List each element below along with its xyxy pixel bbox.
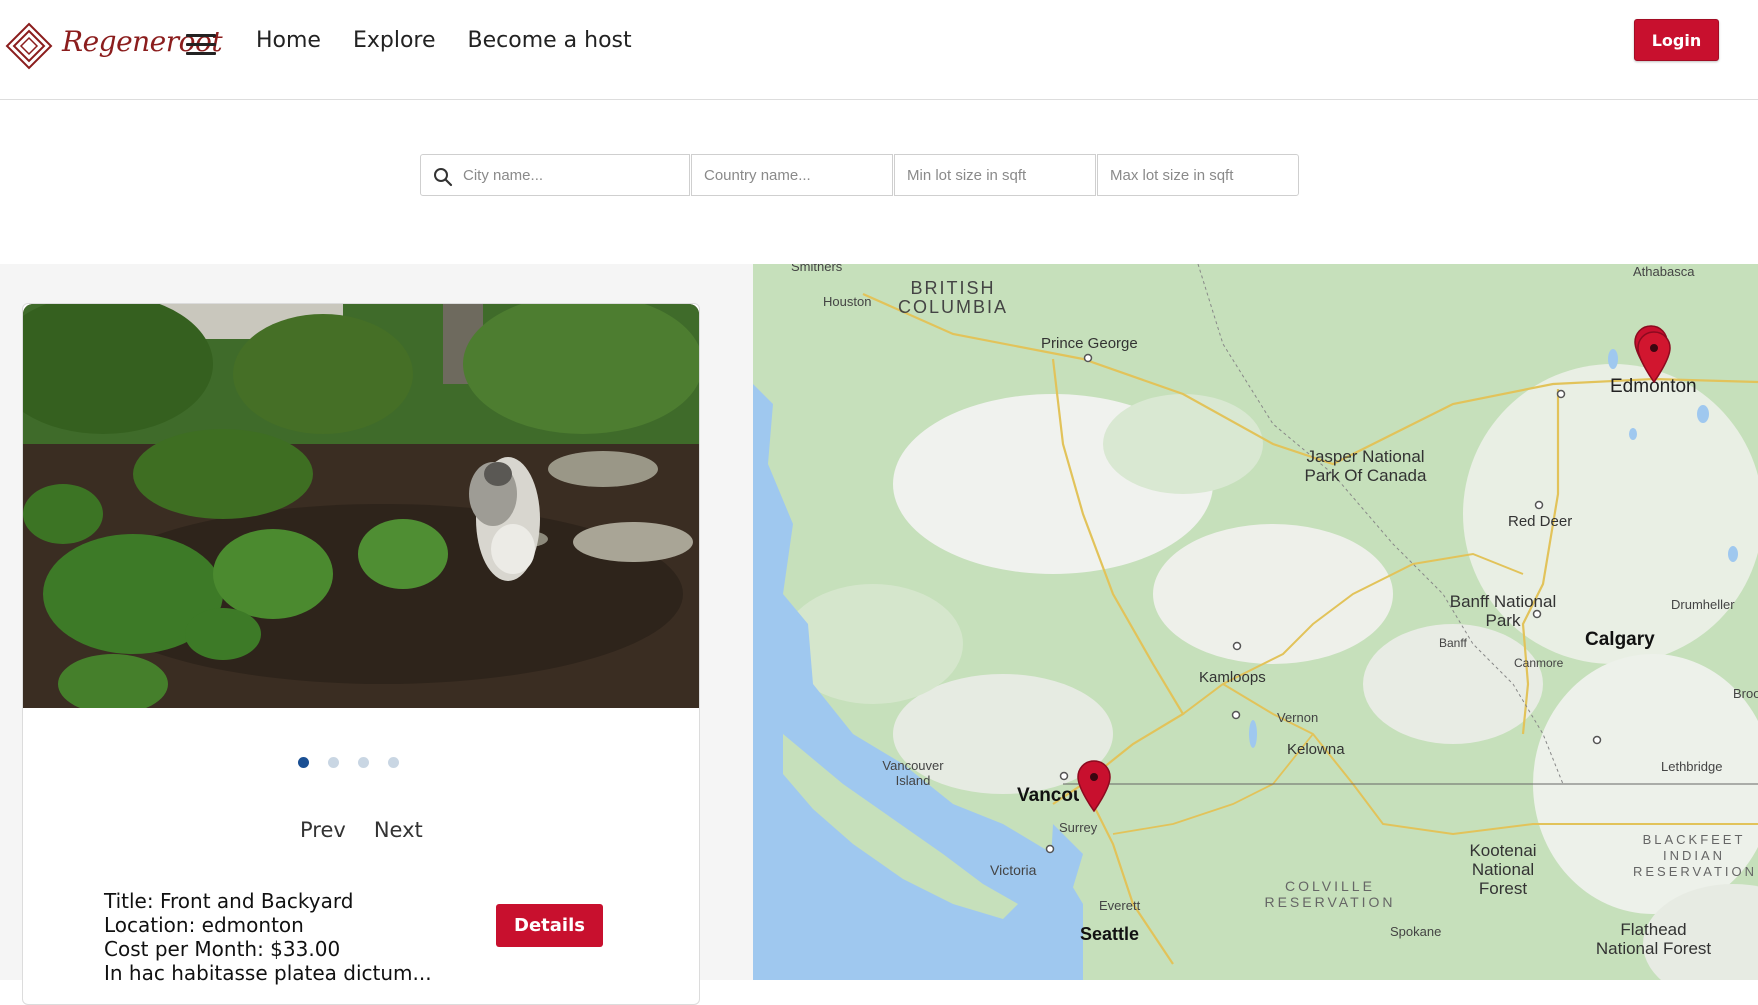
- carousel-dot-4[interactable]: [388, 757, 399, 768]
- map-label-kamloops: Kamloops: [1199, 669, 1266, 686]
- map-label-smithers: Smithers: [791, 264, 843, 274]
- map-label-jasper: Jasper National Park Of Canada: [1304, 447, 1427, 485]
- map-label-flathead: Flathead National Forest: [1595, 920, 1712, 958]
- map-label-everett: Everett: [1099, 898, 1141, 913]
- next-button[interactable]: Next: [374, 818, 423, 842]
- listing-title: Title: Front and Backyard: [104, 889, 354, 913]
- max-lot-search-field: [1097, 154, 1299, 196]
- map-label-drumheller: Drumheller: [1671, 597, 1735, 612]
- hamburger-menu-icon[interactable]: [186, 34, 216, 56]
- login-button[interactable]: Login: [1634, 19, 1719, 61]
- city-search-field: [420, 154, 690, 196]
- search-bar: [420, 154, 1299, 196]
- map-label-calgary: Calgary: [1585, 629, 1655, 650]
- map-label-vernon: Vernon: [1277, 710, 1319, 725]
- map-label-british-columbia: BRITISH COLUMBIA: [897, 278, 1009, 317]
- listing-info: Title: Front and Backyard Location: edmo…: [104, 889, 432, 985]
- min-lot-size-input[interactable]: [895, 155, 1095, 195]
- map-label-kelowna: Kelowna: [1287, 741, 1345, 758]
- listing-cost: Cost per Month: $33.00: [104, 937, 341, 961]
- search-icon: [434, 168, 453, 187]
- map-label-blackfeet: BLACKFEET INDIAN RESERVATION: [1633, 832, 1758, 879]
- map-label-kootenai: Kootenai National Forest: [1469, 841, 1537, 898]
- listing-card: Prev Next Title: Front and Backyard Loca…: [22, 303, 700, 1005]
- max-lot-size-input[interactable]: [1098, 155, 1298, 195]
- map-label-spokane: Spokane: [1390, 924, 1442, 939]
- top-navbar: Regeneroot Home Explore Become a host Lo…: [0, 0, 1758, 100]
- map-label-surrey: Surrey: [1059, 820, 1098, 835]
- map-label-lethbridge: Lethbridge: [1661, 759, 1723, 774]
- map-label-banff-park: Banff National Park: [1449, 592, 1557, 630]
- map-label-colville: COLVILLE RESERVATION: [1264, 878, 1396, 910]
- listing-location: Location: edmonton: [104, 913, 304, 937]
- map-label-vancouver: Vancouver: [1017, 785, 1079, 806]
- map-label-brooks: Broo: [1733, 686, 1758, 701]
- logo-diamond-icon[interactable]: [5, 22, 53, 70]
- map-label-banff: Banff: [1439, 636, 1467, 650]
- details-button[interactable]: Details: [496, 904, 603, 947]
- main-nav: Home Explore Become a host: [256, 28, 632, 53]
- map-pin-icon-edmonton-2[interactable]: [1636, 330, 1672, 384]
- listing-photo[interactable]: [23, 304, 699, 708]
- nav-home-link[interactable]: Home: [256, 28, 321, 53]
- min-lot-search-field: [894, 154, 1096, 196]
- carousel-dots: [298, 757, 399, 768]
- map-label-athabasca: Athabasca: [1633, 264, 1695, 279]
- results-area: Prev Next Title: Front and Backyard Loca…: [0, 264, 1758, 1005]
- map-base: [753, 264, 1758, 980]
- city-name-input[interactable]: [421, 155, 689, 195]
- nav-explore-link[interactable]: Explore: [353, 28, 436, 53]
- map-label-canmore: Canmore: [1514, 656, 1564, 670]
- listing-description: In hac habitasse platea dictum...: [104, 961, 432, 985]
- country-name-input[interactable]: [692, 155, 892, 195]
- country-search-field: [691, 154, 893, 196]
- map-label-houston: Houston: [823, 294, 872, 309]
- map-view[interactable]: Smithers Houston BRITISH COLUMBIA Prince…: [753, 264, 1758, 980]
- carousel-pager: Prev Next: [300, 818, 423, 842]
- prev-button[interactable]: Prev: [300, 818, 346, 842]
- map-label-victoria: Victoria: [990, 862, 1037, 878]
- carousel-dot-1[interactable]: [298, 757, 309, 768]
- map-label-seattle: Seattle: [1080, 924, 1140, 944]
- nav-become-host-link[interactable]: Become a host: [468, 28, 632, 53]
- map-label-red-deer: Red Deer: [1508, 513, 1573, 530]
- map-pin-icon-vancouver[interactable]: [1076, 759, 1112, 813]
- map-label-vancouver-island: Vancouver Island: [882, 758, 944, 788]
- carousel-dot-3[interactable]: [358, 757, 369, 768]
- map-label-prince-george: Prince George: [1041, 335, 1138, 352]
- carousel-dot-2[interactable]: [328, 757, 339, 768]
